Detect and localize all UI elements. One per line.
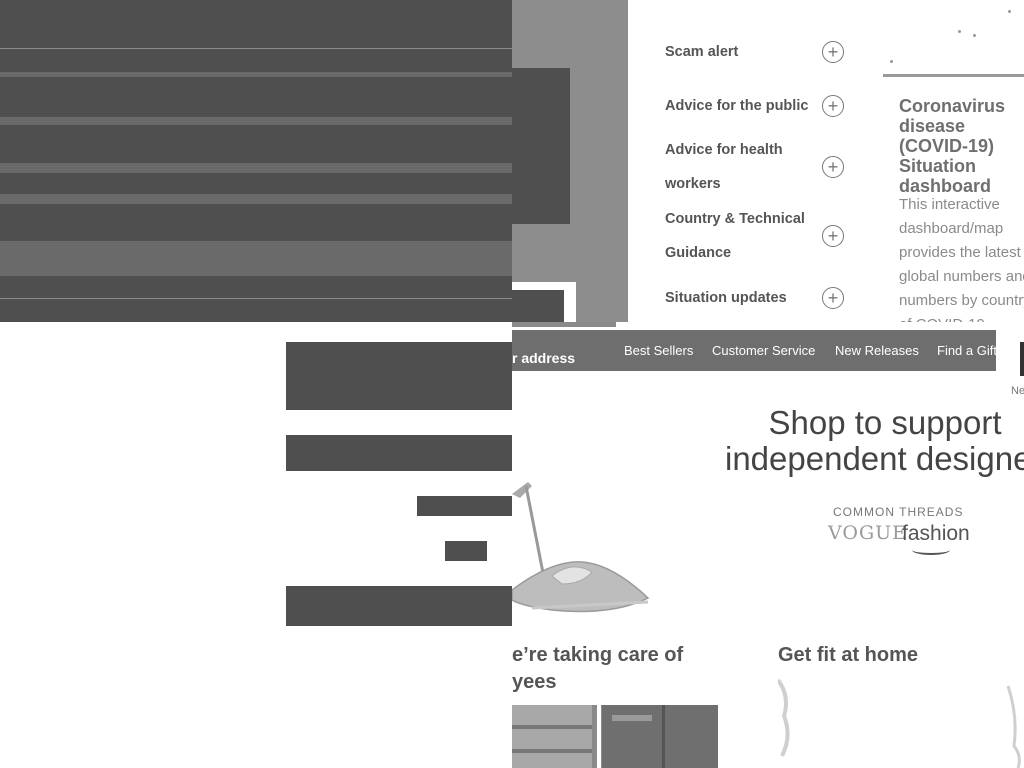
section-title-fit[interactable]: Get fit at home: [778, 642, 918, 669]
panel-band: [0, 117, 512, 125]
accordion-item-situation-updates[interactable]: Situation updates: [665, 281, 810, 315]
accordion-item-advice-health-workers[interactable]: Advice for health workers: [665, 133, 810, 201]
cut-off-label: Ne: [1011, 385, 1024, 397]
image-speck: [958, 30, 961, 33]
card-image-bottom-border: [883, 74, 1024, 77]
common-threads-label: COMMON THREADS: [833, 505, 964, 519]
image-speck: [973, 34, 976, 37]
image-speck: [890, 60, 893, 63]
warehouse-image[interactable]: [512, 705, 718, 768]
section-title-line: e’re taking care of: [512, 644, 684, 666]
obscured-block: [512, 290, 564, 322]
nav-link-customer-service[interactable]: Customer Service: [712, 343, 815, 358]
panel-band: [0, 163, 512, 173]
amazon-nav-bar: r address Best Sellers Customer Service …: [512, 330, 1024, 371]
vogue-logo: VOGUE: [828, 522, 908, 544]
panel-band: [0, 241, 512, 276]
dashboard-card-title[interactable]: Coronavirus disease (COVID-19) Situation…: [899, 96, 1024, 196]
hero-headline-line: Shop to support: [768, 404, 1002, 441]
panel-band: [0, 194, 512, 204]
nav-link-new-releases[interactable]: New Releases: [835, 343, 919, 358]
panel-divider: [0, 48, 512, 49]
who-covid-panel: Scam alert + Advice for the public + Adv…: [628, 0, 1024, 322]
plus-circle-icon[interactable]: +: [822, 225, 844, 247]
obscured-block: [286, 342, 512, 410]
accordion-item-country-guidance[interactable]: Country & Technical Guidance: [665, 202, 810, 270]
obscured-block: [286, 435, 512, 471]
hero-headline[interactable]: Shop to support independent designe: [725, 405, 1024, 477]
nav-strip: [512, 322, 616, 327]
section-title-line: yees: [512, 671, 557, 693]
nav-link-best-sellers[interactable]: Best Sellers: [624, 343, 693, 358]
shoe-product-image[interactable]: [512, 480, 662, 615]
plus-circle-icon[interactable]: +: [822, 41, 844, 63]
obscured-block: [445, 541, 487, 561]
fitness-image[interactable]: [778, 676, 1024, 768]
plus-circle-icon[interactable]: +: [822, 287, 844, 309]
accordion-item-scam-alert[interactable]: Scam alert: [665, 35, 810, 69]
amazon-fashion-logo: fashion: [902, 522, 970, 545]
plus-circle-icon[interactable]: +: [822, 95, 844, 117]
delivery-address-label[interactable]: r address: [512, 350, 575, 366]
dashboard-card-description: This interactive dashboard/map provides …: [899, 196, 1024, 322]
nav-promo-edge: [1020, 342, 1024, 376]
panel-divider: [0, 298, 512, 299]
hero-headline-line: independent designe: [725, 440, 1024, 477]
panel-band: [0, 72, 512, 77]
obscured-block: [286, 586, 512, 626]
amazon-smile-icon: [912, 545, 950, 555]
image-speck: [1008, 10, 1011, 13]
obscured-block: [512, 68, 570, 224]
nav-link-find-a-gift[interactable]: Find a Gift: [937, 343, 997, 358]
accordion-item-advice-public[interactable]: Advice for the public: [665, 89, 810, 123]
plus-circle-icon[interactable]: +: [822, 156, 844, 178]
obscured-block: [417, 496, 512, 516]
section-title-care[interactable]: e’re taking care of yees: [512, 642, 742, 696]
